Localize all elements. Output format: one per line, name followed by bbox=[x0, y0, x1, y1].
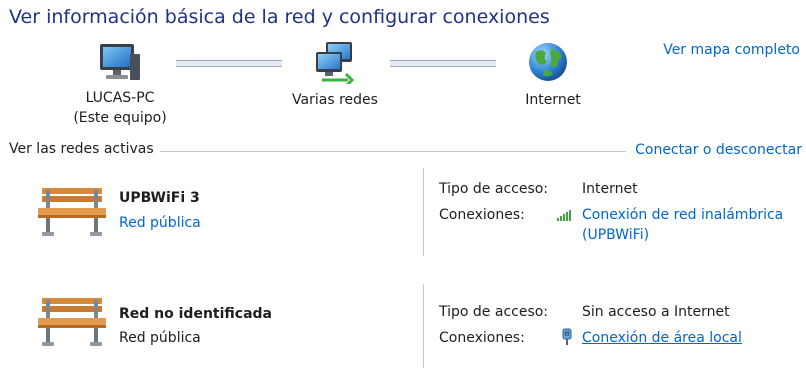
network-name: UPBWiFi 3 bbox=[119, 190, 200, 206]
internet-globe-icon[interactable] bbox=[526, 40, 570, 84]
wireless-connection-link[interactable]: Conexión de red inalámbrica bbox=[582, 207, 783, 223]
network-divider bbox=[423, 284, 424, 368]
internet-label: Internet bbox=[525, 92, 581, 108]
multiple-networks-icon[interactable] bbox=[312, 40, 358, 88]
access-type-value: Internet bbox=[582, 181, 638, 197]
wireless-connection-ssid[interactable]: (UPBWiFi) bbox=[582, 227, 649, 243]
bench-icon[interactable] bbox=[36, 184, 108, 240]
section-divider bbox=[160, 151, 626, 152]
network-category: Red pública bbox=[119, 330, 201, 346]
active-networks-label: Ver las redes activas bbox=[9, 141, 154, 157]
computer-subtitle: (Este equipo) bbox=[73, 110, 167, 126]
network-category-link[interactable]: Red pública bbox=[119, 215, 201, 231]
connections-label: Conexiones: bbox=[439, 330, 525, 346]
computer-name: LUCAS-PC bbox=[85, 90, 155, 106]
page-title: Ver información básica de la red y confi… bbox=[9, 6, 550, 28]
wifi-signal-icon bbox=[556, 208, 576, 222]
computer-icon[interactable] bbox=[96, 40, 142, 84]
local-area-connection-link[interactable]: Conexión de área local bbox=[582, 330, 742, 346]
multiple-networks-label: Varias redes bbox=[292, 92, 378, 108]
connection-line-right bbox=[390, 60, 496, 67]
connections-label: Conexiones: bbox=[439, 207, 525, 223]
ethernet-plug-icon bbox=[561, 328, 573, 346]
access-type-value: Sin acceso a Internet bbox=[582, 304, 730, 320]
connect-disconnect-link[interactable]: Conectar o desconectar bbox=[635, 142, 802, 158]
access-type-label: Tipo de acceso: bbox=[439, 304, 549, 320]
network-name: Red no identificada bbox=[119, 306, 272, 322]
view-full-map-link[interactable]: Ver mapa completo bbox=[663, 42, 800, 58]
access-type-label: Tipo de acceso: bbox=[439, 181, 549, 197]
network-divider bbox=[423, 168, 424, 256]
connection-line-left bbox=[176, 60, 282, 67]
bench-icon[interactable] bbox=[36, 294, 108, 350]
